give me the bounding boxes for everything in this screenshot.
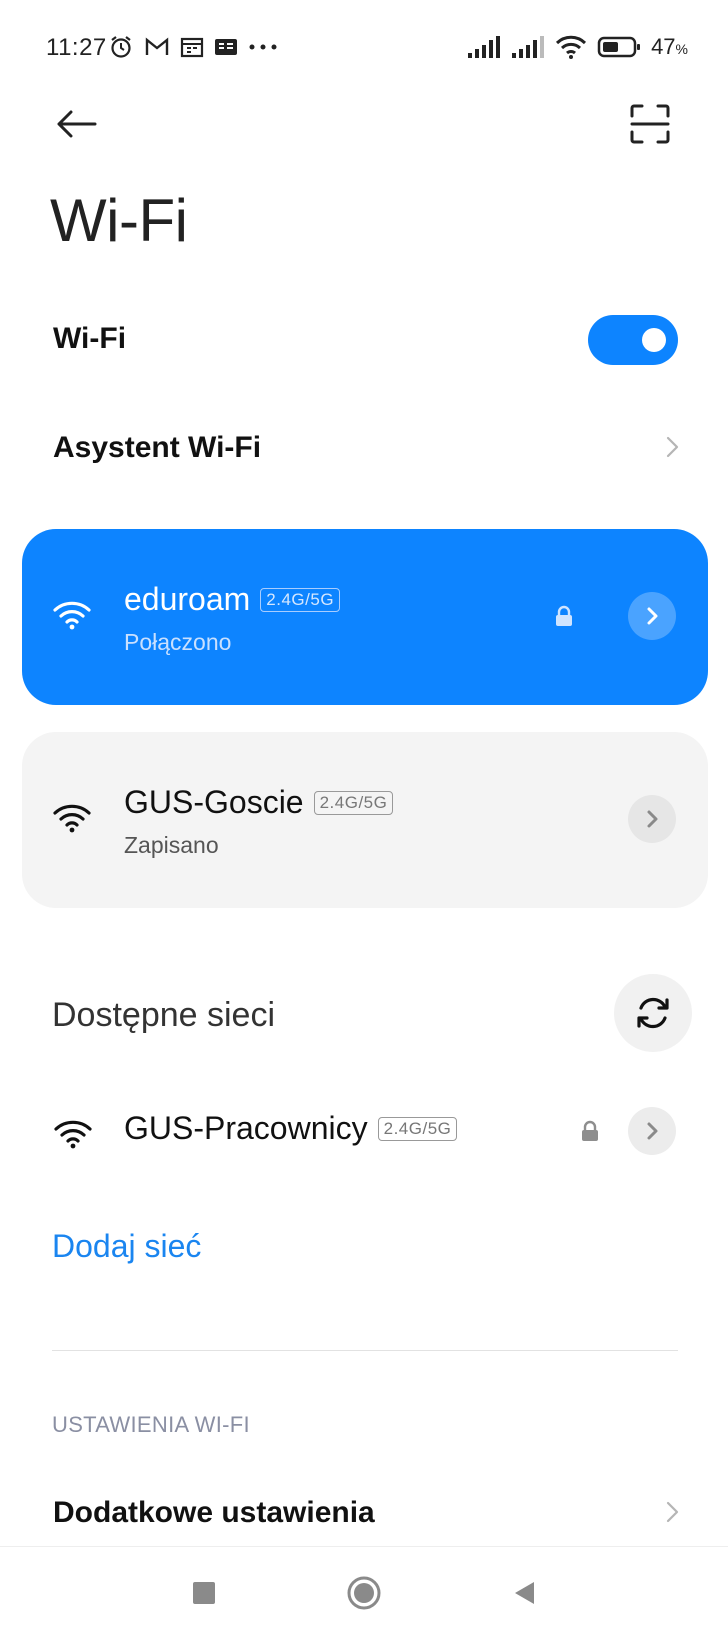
wifi-signal-icon bbox=[53, 601, 91, 630]
home-button[interactable] bbox=[340, 1569, 388, 1617]
triangle-back-icon bbox=[515, 1582, 534, 1604]
network-status: Zapisano bbox=[124, 832, 219, 858]
network-name-text: eduroam bbox=[124, 581, 251, 617]
more-dots-icon bbox=[249, 44, 277, 50]
recents-button[interactable] bbox=[180, 1569, 228, 1617]
page-title: Wi-Fi bbox=[50, 187, 188, 254]
connected-network-card[interactable]: eduroam 2.4G/5G Połączono bbox=[22, 529, 708, 705]
chevron-right-icon bbox=[647, 1122, 658, 1140]
status-time: 11:27 bbox=[46, 34, 107, 61]
gmail-icon bbox=[145, 37, 169, 55]
chevron-right-icon bbox=[647, 607, 658, 625]
band-badge: 2.4G/5G bbox=[313, 790, 394, 815]
network-details-button[interactable] bbox=[628, 1107, 676, 1155]
network-name: eduroam 2.4G/5G bbox=[124, 581, 341, 618]
alarm-icon bbox=[111, 36, 131, 58]
battery-icon bbox=[597, 36, 641, 58]
add-network-link[interactable]: Dodaj sieć bbox=[52, 1228, 201, 1265]
network-name: GUS-Goscie 2.4G/5G bbox=[124, 784, 394, 821]
wifi-toggle-switch[interactable] bbox=[588, 315, 678, 365]
divider bbox=[52, 1350, 678, 1351]
signal-icon-2 bbox=[512, 36, 545, 58]
calendar-icon bbox=[180, 37, 204, 58]
additional-settings-label: Dodatkowe ustawienia bbox=[53, 1496, 375, 1529]
signal-icon bbox=[468, 36, 501, 58]
chevron-right-icon bbox=[647, 810, 658, 828]
wifi-status-icon bbox=[556, 35, 587, 59]
lock-icon bbox=[556, 605, 572, 626]
available-networks-heading: Dostępne sieci bbox=[52, 996, 276, 1034]
network-status: Połączono bbox=[124, 629, 232, 655]
toggle-knob bbox=[642, 328, 666, 352]
circle-icon bbox=[347, 1576, 381, 1610]
chevron-right-icon bbox=[666, 1501, 679, 1523]
network-details-button[interactable] bbox=[628, 795, 676, 843]
refresh-button[interactable] bbox=[614, 974, 692, 1052]
saved-network-card[interactable]: GUS-Goscie 2.4G/5G Zapisano bbox=[22, 732, 708, 908]
chevron-right-icon bbox=[666, 436, 679, 458]
wifi-toggle-label: Wi-Fi bbox=[53, 322, 127, 355]
available-network-row[interactable]: GUS-Pracownicy 2.4G/5G bbox=[0, 1100, 728, 1160]
qr-scan-button[interactable] bbox=[626, 100, 674, 148]
network-name-text: GUS-Goscie bbox=[124, 784, 304, 820]
battery-percent: 47% bbox=[651, 34, 688, 59]
wifi-signal-icon bbox=[54, 1120, 92, 1149]
network-details-button[interactable] bbox=[628, 592, 676, 640]
band-badge: 2.4G/5G bbox=[260, 587, 341, 612]
back-button[interactable] bbox=[52, 100, 100, 148]
network-name-text: GUS-Pracownicy bbox=[124, 1110, 368, 1146]
status-bar: 11:27 47% bbox=[0, 0, 728, 96]
refresh-icon bbox=[637, 997, 669, 1029]
band-badge: 2.4G/5G bbox=[377, 1116, 458, 1141]
network-name: GUS-Pracownicy 2.4G/5G bbox=[124, 1110, 458, 1147]
notification-icons bbox=[108, 34, 278, 60]
qr-scan-icon bbox=[630, 104, 670, 144]
navigation-bar bbox=[0, 1546, 728, 1641]
wifi-settings-caption: USTAWIENIA WI-FI bbox=[52, 1412, 250, 1437]
wifi-signal-icon bbox=[53, 804, 91, 833]
system-icons: 47% bbox=[467, 34, 688, 60]
nav-back-button[interactable] bbox=[500, 1569, 548, 1617]
square-icon bbox=[193, 1582, 215, 1604]
lock-icon bbox=[582, 1120, 598, 1141]
arrow-left-icon bbox=[57, 110, 97, 138]
wifi-assistant-label: Asystent Wi-Fi bbox=[53, 431, 262, 464]
news-icon bbox=[215, 39, 237, 55]
